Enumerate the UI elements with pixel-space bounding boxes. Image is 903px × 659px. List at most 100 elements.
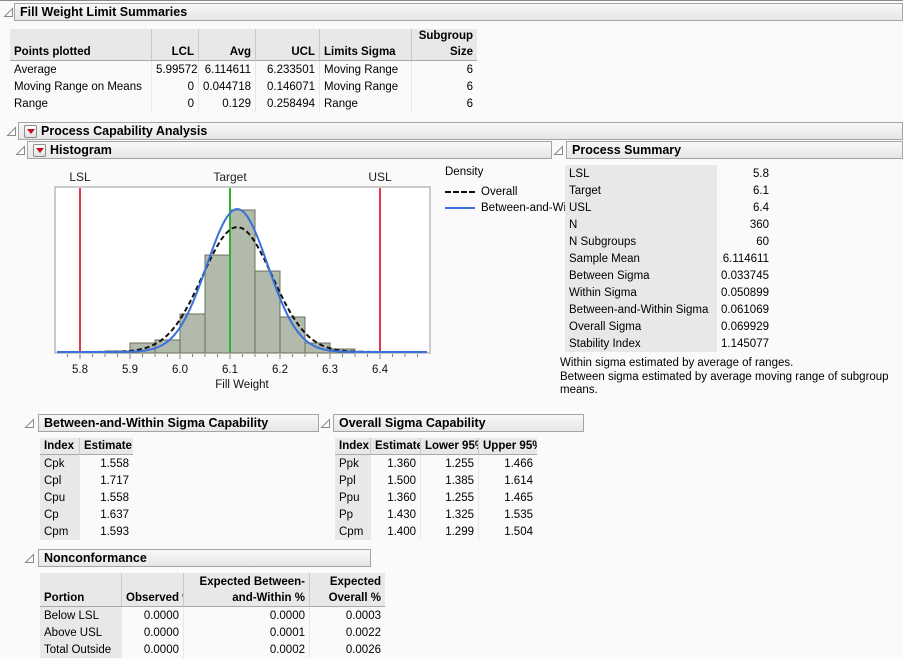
column-header: Observed %: [122, 573, 184, 607]
table-cell: 5.995722: [152, 61, 199, 78]
table-cell: 0.050899: [717, 284, 773, 301]
x-axis-title: Fill Weight: [215, 379, 269, 391]
table-cell: Range: [320, 95, 412, 112]
table-cell: 0.033745: [717, 267, 773, 284]
row-label: Cpu: [40, 489, 80, 506]
table-cell: 0.0000: [122, 641, 184, 658]
row-label: Overall Sigma: [565, 318, 717, 335]
column-header: Lower 95%: [421, 438, 479, 455]
row-label: Cpm: [335, 523, 371, 540]
section-header-pca: Process Capability Analysis: [18, 122, 903, 140]
table-cell: 0.061069: [717, 301, 773, 318]
row-label: Ppu: [335, 489, 371, 506]
table-cell: 1.255: [421, 455, 479, 472]
section-header-limit-summaries: Fill Weight Limit Summaries: [14, 3, 903, 21]
column-header: Portion: [40, 573, 122, 607]
section-header-bw-capability: Between-and-Within Sigma Capability: [38, 414, 319, 432]
legend-title: Density: [445, 166, 483, 178]
section-header-nonconformance: Nonconformance: [38, 549, 371, 567]
column-header: Expected Between-and-Within %: [184, 573, 310, 607]
table-cell: 0.0026: [310, 641, 385, 658]
table-cell: 0.0001: [184, 624, 310, 641]
table-cell: 1.255: [421, 489, 479, 506]
table-cell: 1.500: [371, 472, 421, 489]
footnote-line: Between sigma estimated by average movin…: [560, 371, 900, 398]
column-header: ExpectedOverall %: [310, 573, 385, 607]
red-triangle-icon: [36, 148, 44, 153]
red-triangle-menu-button[interactable]: [33, 144, 46, 157]
column-header: Limits Sigma: [320, 29, 412, 61]
nonconformance-table: Portion Observed % Expected Between-and-…: [40, 573, 385, 658]
table-cell: 1.717: [80, 472, 133, 489]
column-header: Index: [335, 438, 371, 455]
section-title: Histogram: [50, 143, 112, 157]
section-header-overall-capability: Overall Sigma Capability: [333, 414, 584, 432]
histogram-bar: [230, 210, 255, 353]
table-cell: 0.0003: [310, 607, 385, 624]
row-label: Above USL: [40, 624, 122, 641]
column-header: SubgroupSize: [412, 29, 477, 61]
table-cell: 6.114611: [199, 61, 256, 78]
disclosure-triangle-bw-capability[interactable]: [24, 418, 35, 429]
jmp-report-window: Fill Weight Limit Summaries Points plott…: [0, 0, 903, 659]
row-label: Ppk: [335, 455, 371, 472]
table-cell: 0.0002: [184, 641, 310, 658]
table-cell: 6: [412, 95, 477, 112]
table-cell: 1.299: [421, 523, 479, 540]
column-header: Avg: [199, 29, 256, 61]
table-cell: 5.8: [717, 165, 773, 182]
row-label: LSL: [565, 165, 717, 182]
table-cell: 0.0022: [310, 624, 385, 641]
legend-label: Overall: [481, 186, 517, 198]
column-header: Points plotted: [10, 29, 152, 61]
axis-tick-label: 5.9: [122, 364, 138, 376]
bw-capability-table: Index Estimate Cpk 1.558 Cpl 1.717 Cpu 1…: [40, 438, 133, 540]
table-cell: 6.233501: [256, 61, 320, 78]
axis-tick-label: 5.8: [72, 364, 88, 376]
row-label: Cpl: [40, 472, 80, 489]
section-title: Between-and-Within Sigma Capability: [44, 416, 268, 430]
row-label: Within Sigma: [565, 284, 717, 301]
section-title: Process Summary: [572, 143, 681, 157]
table-cell: 6.114611: [717, 250, 773, 267]
section-title: Overall Sigma Capability: [339, 416, 486, 430]
disclosure-triangle-nonconformance[interactable]: [24, 553, 35, 564]
row-label: Below LSL: [40, 607, 122, 624]
red-triangle-menu-button[interactable]: [24, 125, 37, 138]
process-summary-footnotes: Within sigma estimated by average of ran…: [560, 357, 900, 398]
table-cell: 1.430: [371, 506, 421, 523]
section-header-process-summary: Process Summary: [566, 141, 903, 159]
table-cell: 1.385: [421, 472, 479, 489]
row-label: Cpk: [40, 455, 80, 472]
table-cell: 0.044718: [199, 78, 256, 95]
disclosure-triangle-process-summary[interactable]: [553, 145, 564, 156]
table-cell: 1.325: [421, 506, 479, 523]
column-header: Upper 95%: [479, 438, 537, 455]
disclosure-triangle-pca[interactable]: [6, 126, 17, 137]
legend-item: Overall: [445, 186, 517, 198]
row-label: N: [565, 216, 717, 233]
table-cell: 0.069929: [717, 318, 773, 335]
table-cell: 1.614: [479, 472, 537, 489]
table-cell: 1.593: [80, 523, 133, 540]
table-cell: 1.504: [479, 523, 537, 540]
table-cell: Moving Range: [320, 78, 412, 95]
row-label: Cpm: [40, 523, 80, 540]
row-label: N Subgroups: [565, 233, 717, 250]
column-header: Estimate: [371, 438, 421, 455]
ref-line-label: USL: [368, 170, 392, 184]
disclosure-triangle-overall-capability[interactable]: [320, 418, 331, 429]
table-cell: Range: [10, 95, 152, 112]
table-cell: Average: [10, 61, 152, 78]
histogram-bar: [205, 255, 230, 353]
table-cell: 1.360: [371, 455, 421, 472]
row-label: Sample Mean: [565, 250, 717, 267]
disclosure-triangle-histogram[interactable]: [15, 145, 26, 156]
table-cell: 1.145077: [717, 335, 773, 352]
disclosure-triangle-limit-summaries[interactable]: [3, 7, 14, 18]
column-header: UCL: [256, 29, 320, 61]
table-cell: 0.0000: [122, 607, 184, 624]
column-header: Estimate: [80, 438, 133, 455]
table-cell: 6.1: [717, 182, 773, 199]
table-cell: 0.0000: [122, 624, 184, 641]
